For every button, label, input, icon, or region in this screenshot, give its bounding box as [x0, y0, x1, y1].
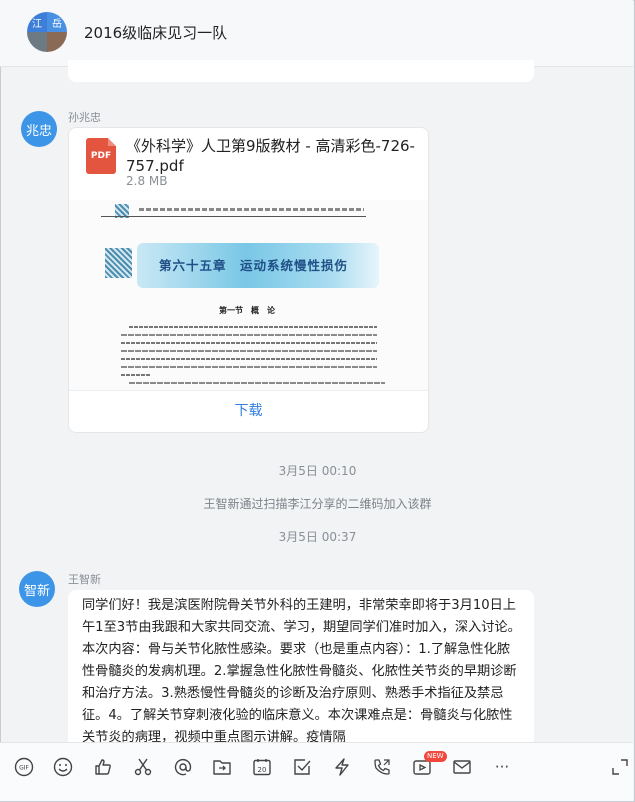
sender-avatar[interactable]: 兆忠 [21, 111, 57, 147]
preview-text-line [121, 350, 377, 352]
more-options-icon[interactable]: ··· [492, 757, 512, 777]
preview-text-line [121, 334, 377, 336]
calendar-icon[interactable]: 20 [252, 757, 272, 777]
group-avatar-tile: 岳 [47, 12, 67, 32]
input-toolbar: GIF 20 ··· [0, 742, 633, 801]
svg-text:GIF: GIF [19, 765, 29, 772]
gif-icon[interactable]: GIF [14, 757, 34, 777]
preview-qr-code [105, 248, 132, 278]
download-button[interactable]: 下载 [69, 390, 428, 432]
system-notice: 王智新通过扫描李江分享的二维码加入该群 [203, 497, 432, 511]
preview-section-title: 第一节 概 论 [219, 305, 275, 315]
preview-text-line [121, 366, 377, 368]
group-title[interactable]: 2016级临床见习一队 [84, 22, 227, 43]
preview-text-line [121, 358, 377, 360]
preview-chapter-title: 第六十五章 运动系统慢性损伤 [159, 258, 349, 273]
svg-text:20: 20 [258, 766, 267, 774]
text-message-bubble[interactable]: 同学们好！我是滨医附院骨关节外科的王建明，非常荣幸即将于3月10日上午1至3节由… [68, 590, 534, 750]
new-badge: NEW [424, 751, 447, 762]
sender-name: 王智新 [68, 573, 101, 586]
group-avatar-tile: 江 [27, 12, 47, 32]
thumbs-up-icon[interactable] [93, 757, 113, 777]
mail-icon[interactable] [452, 757, 472, 777]
preview-header-rule [101, 216, 366, 217]
preview-header-text [139, 208, 364, 211]
expand-icon[interactable] [610, 757, 630, 777]
lightning-icon[interactable] [332, 757, 352, 777]
chat-header: 江 岳 2016级临床见习一队 [0, 0, 633, 67]
file-message-card[interactable]: PDF 《外科学》人卫第9版教材 - 高清彩色-726-757.pdf 2.8 … [68, 127, 429, 433]
phone-call-icon[interactable] [372, 757, 392, 777]
preview-text-line [121, 342, 377, 344]
folder-icon[interactable] [212, 757, 232, 777]
task-checkbox-icon[interactable] [292, 757, 312, 777]
group-avatar[interactable]: 江 岳 [27, 12, 67, 52]
preview-text-line [129, 326, 377, 328]
file-size: 2.8 MB [126, 174, 168, 188]
scissors-icon[interactable] [133, 757, 153, 777]
sender-avatar[interactable]: 智新 [19, 571, 55, 607]
preview-chapter-banner: 第六十五章 运动系统慢性损伤 [137, 243, 379, 288]
message-text: 同学们好！我是滨医附院骨关节外科的王建明，非常荣幸即将于3月10日上午1至3节由… [82, 598, 521, 745]
message-timestamp: 3月5日 00:10 [278, 464, 357, 478]
preview-text-line [129, 382, 385, 384]
pdf-file-icon: PDF [86, 138, 116, 174]
file-preview-image[interactable]: 第六十五章 运动系统慢性损伤 第一节 概 论 [69, 200, 428, 390]
group-avatar-photo [47, 32, 67, 52]
sender-name: 孙兆忠 [68, 111, 101, 124]
message-timestamp: 3月5日 00:37 [278, 530, 357, 544]
mention-icon[interactable] [173, 757, 193, 777]
preview-text-line [121, 374, 151, 376]
emoji-icon[interactable] [53, 757, 73, 777]
file-name: 《外科学》人卫第9版教材 - 高清彩色-726-757.pdf [126, 137, 415, 175]
previous-message-bubble[interactable] [68, 60, 534, 82]
group-avatar-photo [27, 32, 47, 52]
